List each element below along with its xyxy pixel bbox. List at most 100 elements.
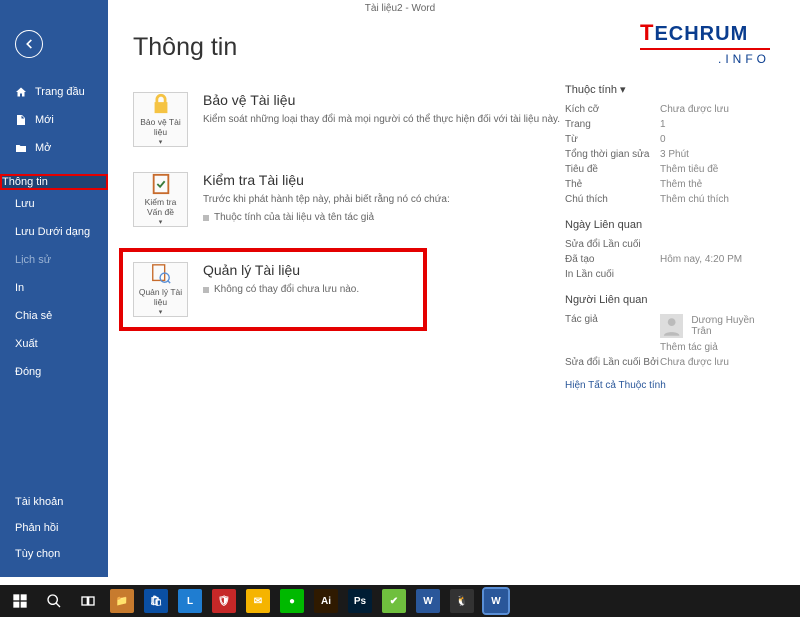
prop-key: Tiêu đề [565, 164, 660, 175]
prop-value[interactable]: 1 [660, 119, 775, 130]
prop-value[interactable]: 3 Phút [660, 149, 775, 160]
section-desc: Kiểm soát những loại thay đổi mà mọi ngư… [203, 112, 560, 127]
prop-value[interactable]: Hôm nay, 4:20 PM [660, 254, 775, 265]
taskbar-app[interactable]: L [174, 587, 206, 615]
home-icon [15, 86, 27, 98]
back-button[interactable] [15, 30, 43, 58]
taskbar-app[interactable]: 🛡 [208, 587, 240, 615]
taskview-button[interactable] [72, 587, 104, 615]
sidebar-item-export[interactable]: Xuất [0, 330, 108, 358]
add-author-link[interactable]: Thêm tác giả [660, 342, 718, 353]
start-button[interactable] [4, 587, 36, 615]
button-label: Kiểm tra Vấn đề [136, 197, 185, 217]
open-icon [15, 142, 27, 154]
prop-row: ThẻThêm thẻ [565, 177, 775, 192]
prop-value: Chưa được lưu [660, 357, 775, 368]
sidebar-item-options[interactable]: Tùy chọn [0, 541, 108, 567]
sidebar-item-feedback[interactable]: Phản hồi [0, 515, 108, 541]
prop-value[interactable]: 0 [660, 134, 775, 145]
sidebar-label: Lưu Dưới dạng [15, 226, 90, 238]
button-label: Bảo vệ Tài liệu [136, 117, 185, 137]
backstage-sidebar: Trang đầu Mới Mở Thông tin Lưu Lưu Dưới … [0, 0, 108, 577]
prop-row: Sửa đổi Lần cuối [565, 237, 775, 252]
taskbar-app[interactable]: ✔ [378, 587, 410, 615]
prop-key: Tác giả [565, 314, 660, 338]
inspect-document-button[interactable]: Kiểm tra Vấn đề ▾ [133, 172, 188, 227]
sidebar-label: Thông tin [2, 176, 48, 188]
prop-key: Chú thích [565, 194, 660, 205]
protect-document-section: Bảo vệ Tài liệu ▾ Bảo vệ Tài liệu Kiểm s… [133, 92, 565, 147]
sidebar-label: Tài khoản [15, 496, 63, 508]
prop-row: Đã tạoHôm nay, 4:20 PM [565, 252, 775, 267]
new-icon [15, 114, 27, 126]
prop-value[interactable]: Chưa được lưu [660, 104, 775, 115]
sidebar-label: Đóng [15, 366, 41, 378]
section-desc: Trước khi phát hành tệp này, phải biết r… [203, 192, 450, 207]
props-heading[interactable]: Thuộc tính ▾ [565, 83, 775, 96]
prop-row: Chú thíchThêm chú thích [565, 192, 775, 207]
prop-key: Tổng thời gian sửa [565, 149, 660, 160]
prop-row: Tổng thời gian sửa3 Phút [565, 147, 775, 162]
inspect-icon [150, 173, 172, 195]
taskbar-app[interactable]: 🐧 [446, 587, 478, 615]
sidebar-label: Lịch sử [15, 254, 51, 266]
sidebar-label: Mới [35, 114, 54, 126]
prop-key: Thẻ [565, 179, 660, 190]
taskbar-app[interactable]: 🛍 [140, 587, 172, 615]
sidebar-item-history[interactable]: Lịch sử [0, 246, 108, 274]
taskbar-app[interactable]: Ai [310, 587, 342, 615]
prop-row: Tiêu đềThêm tiêu đề [565, 162, 775, 177]
main-content: Thông tin Bảo vệ Tài liệu ▾ Bảo vệ Tài l… [108, 18, 800, 577]
sidebar-item-open[interactable]: Mở [0, 134, 108, 162]
prop-key: Từ [565, 134, 660, 145]
sidebar-item-home[interactable]: Trang đầu [0, 78, 108, 106]
sidebar-label: Lưu [15, 198, 35, 210]
taskbar-app[interactable]: ✉ [242, 587, 274, 615]
prop-value[interactable] [660, 269, 775, 280]
sidebar-item-account[interactable]: Tài khoản [0, 489, 108, 515]
show-all-properties-link[interactable]: Hiện Tất cả Thuộc tính [565, 380, 775, 391]
bullet-icon [203, 215, 209, 221]
avatar-icon [660, 314, 683, 338]
prop-key: Sửa đổi Lần cuối [565, 239, 660, 250]
sidebar-label: Mở [35, 142, 51, 154]
sidebar-item-save[interactable]: Lưu [0, 190, 108, 218]
prop-key: Đã tạo [565, 254, 660, 265]
taskbar-app[interactable]: 📁 [106, 587, 138, 615]
title-bar: Tài liệu2 - Word [0, 0, 800, 18]
sidebar-item-saveas[interactable]: Lưu Dưới dạng [0, 218, 108, 246]
sidebar-item-close[interactable]: Đóng [0, 358, 108, 386]
protect-document-button[interactable]: Bảo vệ Tài liệu ▾ [133, 92, 188, 147]
prop-value[interactable]: Thêm chú thích [660, 194, 775, 205]
section-title: Quản lý Tài liệu [203, 262, 359, 278]
bullet-icon [203, 287, 209, 293]
taskbar-app[interactable]: ● [276, 587, 308, 615]
chevron-down-icon: ▾ [159, 218, 163, 226]
taskbar-app[interactable]: Ps [344, 587, 376, 615]
search-button[interactable] [38, 587, 70, 615]
list-item: Thuộc tính của tài liệu và tên tác giả [214, 210, 374, 225]
props-heading: Ngày Liên quan [565, 219, 775, 231]
prop-value[interactable]: Thêm tiêu đề [660, 164, 775, 175]
author-name[interactable]: Dương Huyền Trân [691, 315, 775, 337]
lock-icon [150, 93, 172, 115]
properties-panel: Thuộc tính ▾ Kích cỡChưa được lưuTrang1T… [565, 33, 775, 562]
section-title: Kiểm tra Tài liệu [203, 172, 450, 188]
prop-value[interactable]: Thêm thẻ [660, 179, 775, 190]
taskbar-app[interactable]: W [412, 587, 444, 615]
manage-document-button[interactable]: Quản lý Tài liệu ▾ [133, 262, 188, 317]
prop-value[interactable] [660, 239, 775, 250]
sidebar-item-new[interactable]: Mới [0, 106, 108, 134]
taskbar-app-word[interactable]: W [480, 587, 512, 615]
prop-row: In Lần cuối [565, 267, 775, 282]
chevron-down-icon: ▾ [159, 308, 163, 316]
chevron-down-icon: ▾ [159, 138, 163, 146]
windows-taskbar: 📁 🛍 L 🛡 ✉ ● Ai Ps ✔ W 🐧 W [0, 585, 800, 617]
sidebar-item-info[interactable]: Thông tin [0, 174, 108, 190]
sidebar-item-share[interactable]: Chia sẻ [0, 302, 108, 330]
inspect-document-section: Kiểm tra Vấn đề ▾ Kiểm tra Tài liệu Trướ… [133, 172, 565, 227]
prop-key: Kích cỡ [565, 104, 660, 115]
sidebar-item-print[interactable]: In [0, 274, 108, 302]
sidebar-label: Xuất [15, 338, 38, 350]
chevron-down-icon: ▾ [620, 84, 626, 96]
